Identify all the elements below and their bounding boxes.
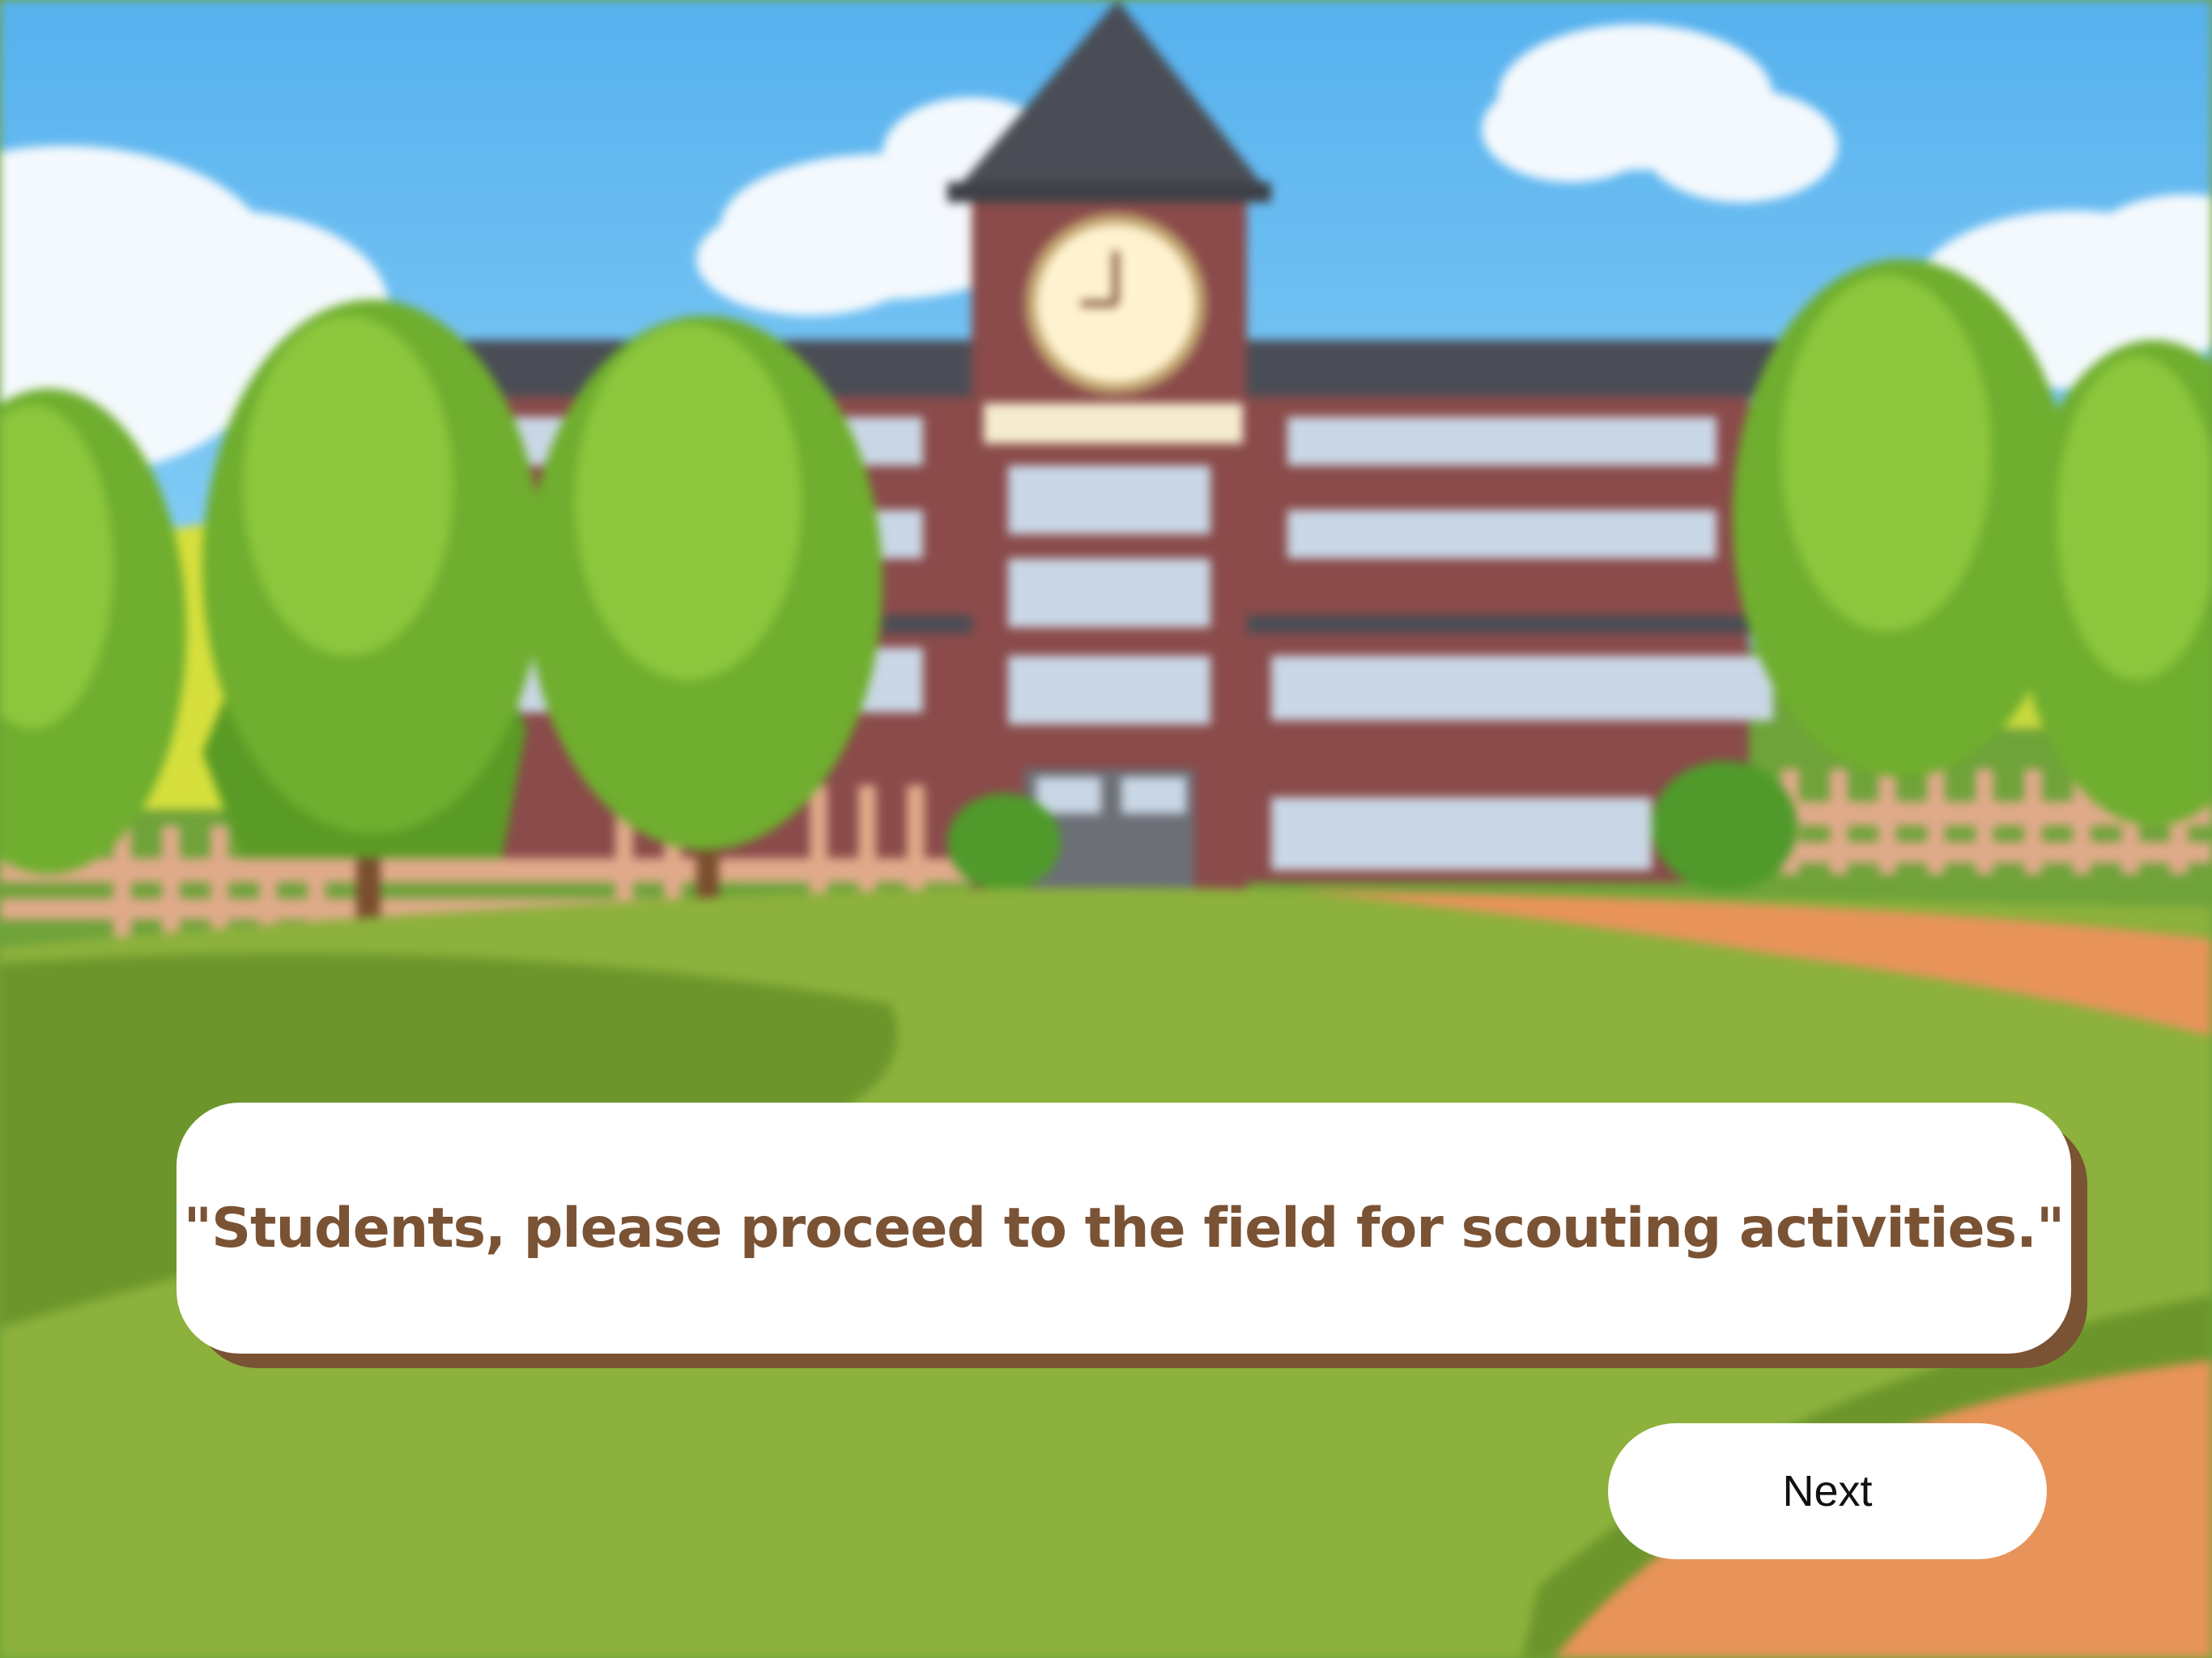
clock-icon — [1025, 213, 1206, 394]
dialog-box: "Students, please proceed to the field f… — [177, 1103, 2071, 1354]
next-button[interactable]: Next — [1608, 1423, 2047, 1559]
next-button-label: Next — [1782, 1467, 1873, 1516]
background-scene — [0, 0, 2212, 1658]
dialog-text: "Students, please proceed to the field f… — [183, 1196, 2065, 1261]
tree-left — [202, 300, 542, 939]
